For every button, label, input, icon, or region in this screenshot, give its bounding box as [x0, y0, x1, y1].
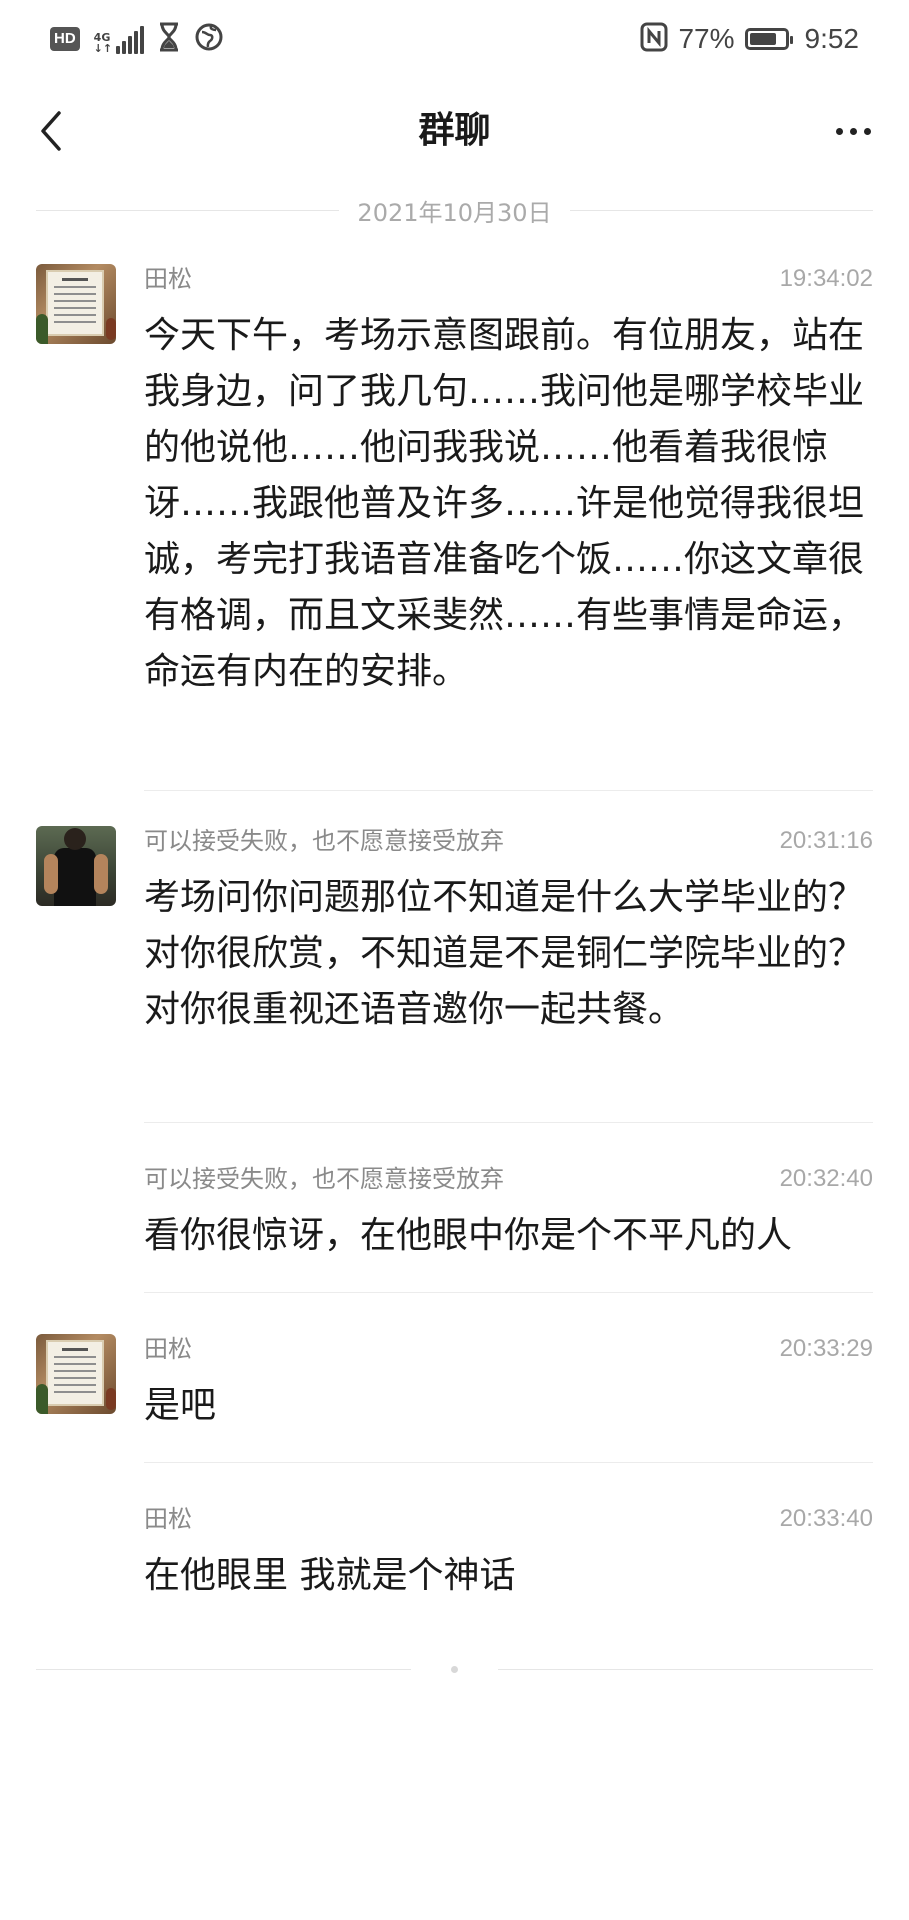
message-time: 20:31:16: [779, 827, 873, 854]
sender-name: 田松: [144, 1335, 192, 1363]
end-of-list-divider: [36, 1663, 873, 1675]
divider: [144, 1122, 873, 1123]
status-right-icons: 77% 9:52: [640, 20, 859, 58]
battery-fill: [749, 33, 776, 45]
list-item[interactable]: 可以接受失败，也不愿意接受放弃 20:32:40 看你很惊讶，在他眼中你是个不平…: [0, 1160, 909, 1320]
status-left-icons: HD 4G ↓↑: [50, 22, 224, 56]
divider: [144, 790, 873, 791]
divider: [144, 1462, 873, 1463]
nav-bar: 群聊: [0, 78, 909, 184]
battery-percent: 77%: [678, 23, 735, 54]
nfc-icon: [640, 22, 668, 56]
signal-icon: 4G ↓↑: [93, 24, 145, 55]
sender-name: 可以接受失败，也不愿意接受放弃: [144, 1165, 504, 1193]
sender-name: 田松: [144, 265, 192, 293]
muscular-man-avatar: [36, 826, 116, 906]
message-time: 19:34:02: [779, 265, 873, 292]
message-time: 20:33:40: [779, 1505, 873, 1532]
battery-icon: [744, 28, 793, 50]
end-dot: [451, 1665, 458, 1673]
page-title: 群聊: [418, 110, 491, 151]
framed-certificate-avatar: [36, 264, 116, 344]
message-text: 考场问你问题那位不知道是什么大学毕业的？对你很欣赏，不知道是不是铜仁学院毕业的？…: [144, 877, 865, 1030]
clock: 9:52: [804, 23, 860, 54]
hd-badge: HD: [50, 27, 80, 51]
avatar[interactable]: [36, 264, 116, 344]
avatar[interactable]: [36, 1334, 116, 1414]
list-item[interactable]: 田松 20:33:40 在他眼里 我就是个神话: [0, 1500, 909, 1640]
hourglass-icon: [158, 22, 180, 56]
list-item[interactable]: 田松 19:34:02 今天下午，考场示意图跟前。有位朋友，站在我身边，问了我几…: [0, 260, 909, 800]
message-text: 今天下午，考场示意图跟前。有位朋友，站在我身边，问了我几句……我问他是哪学校毕业…: [144, 315, 865, 692]
vpn-globe-icon: [194, 22, 224, 56]
message-time: 20:32:40: [779, 1165, 873, 1192]
list-item[interactable]: 田松 20:33:29 是吧: [0, 1330, 909, 1490]
sender-name: 可以接受失败，也不愿意接受放弃: [144, 827, 504, 855]
framed-certificate-avatar: [36, 1334, 116, 1414]
date-label: 2021年10月30日: [357, 198, 552, 227]
more-button[interactable]: [823, 106, 883, 156]
more-horizontal-icon: [835, 127, 843, 135]
message-text: 看你很惊讶，在他眼中你是个不平凡的人: [144, 1215, 793, 1256]
status-bar: HD 4G ↓↑ 77% 9:52: [0, 0, 909, 78]
date-divider: 2021年10月30日: [36, 192, 873, 228]
message-text: 是吧: [144, 1385, 217, 1426]
list-item[interactable]: 可以接受失败，也不愿意接受放弃 20:31:16 考场问你问题那位不知道是什么大…: [0, 822, 909, 1142]
avatar[interactable]: [36, 826, 116, 906]
divider: [144, 1292, 873, 1293]
message-time: 20:33:29: [779, 1335, 873, 1362]
sender-name: 田松: [144, 1505, 192, 1533]
network-type-label: 4G ↓↑: [93, 31, 113, 55]
message-text: 在他眼里 我就是个神话: [144, 1555, 516, 1596]
